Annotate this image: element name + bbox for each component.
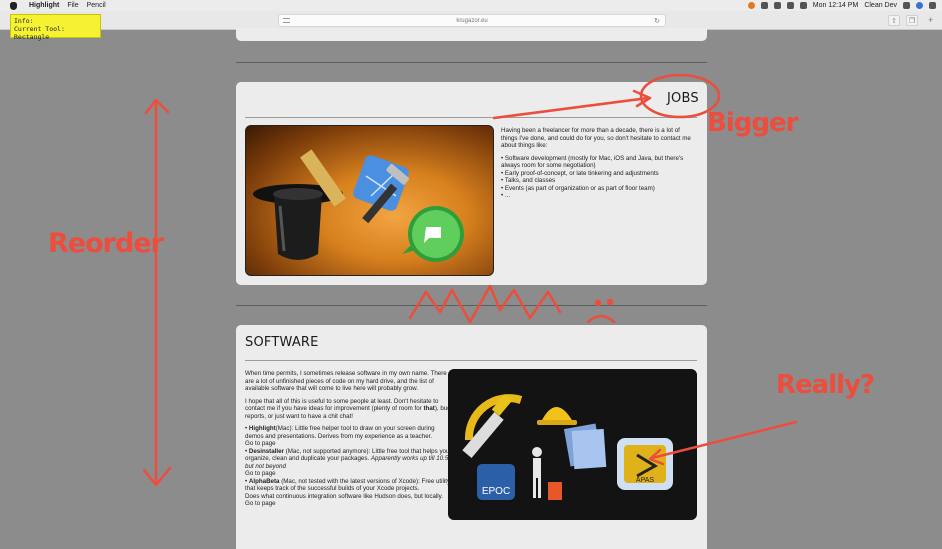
frown-eye-left (594, 299, 602, 307)
annotation-layer (142, 73, 798, 487)
zigzag-scribble (408, 284, 562, 324)
annotation-bigger: Bigger (707, 108, 798, 138)
annotation-really: Really? (776, 370, 875, 400)
annotation-reorder: Reorder (48, 228, 164, 259)
frown-mouth (586, 314, 616, 324)
frown-eye-right (606, 298, 614, 306)
arrow-to-apas (650, 420, 798, 460)
arrow-to-jobs (492, 96, 650, 120)
